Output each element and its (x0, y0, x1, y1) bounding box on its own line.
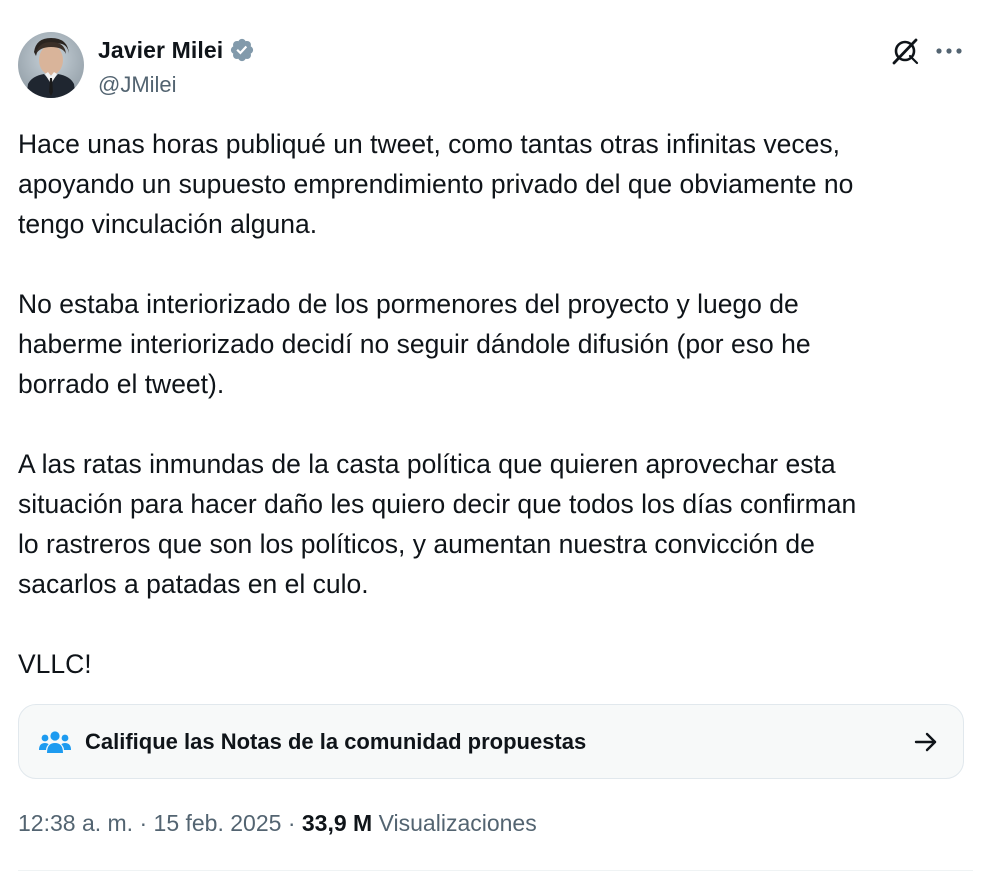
community-notes-label: Califique las Notas de la comunidad prop… (85, 728, 587, 754)
meta-separator: · (287, 810, 296, 836)
tweet-paragraph: A las ratas inmundas de la casta polític… (18, 449, 857, 599)
tweet-meta: 12:38 a. m. · 15 feb. 2025 · 33,9 M Visu… (18, 810, 537, 837)
grok-icon[interactable] (888, 34, 922, 68)
divider (18, 870, 973, 871)
tweet-paragraph: VLLC! (18, 649, 92, 679)
tweet-text: Hace unas horas publiqué un tweet, como … (18, 124, 968, 684)
tweet-paragraph: Hace unas horas publiqué un tweet, como … (18, 129, 854, 239)
arrow-right-icon (913, 729, 939, 755)
tweet-paragraph: No estaba interiorizado de los pormenore… (18, 289, 811, 399)
tweet-header: Javier Milei @JMilei (18, 32, 973, 100)
author-names: Javier Milei @JMilei (98, 36, 255, 98)
tweet-time[interactable]: 12:38 a. m. (18, 810, 133, 836)
verified-badge-icon[interactable] (229, 37, 255, 63)
community-notes-prompt[interactable]: Califique las Notas de la comunidad prop… (18, 704, 964, 779)
avatar[interactable] (18, 32, 84, 98)
display-name[interactable]: Javier Milei (98, 37, 223, 64)
more-options-icon[interactable] (932, 34, 966, 68)
author-handle[interactable]: @JMilei (98, 72, 255, 98)
display-name-row: Javier Milei (98, 36, 255, 64)
tweet-date[interactable]: 15 feb. 2025 (154, 810, 282, 836)
views-label[interactable]: Visualizaciones (379, 810, 537, 836)
community-icon (39, 730, 71, 754)
tweet: Javier Milei @JMilei Hace unas horas pub… (0, 0, 992, 877)
views-count[interactable]: 33,9 M (302, 810, 372, 836)
meta-separator: · (139, 810, 148, 836)
